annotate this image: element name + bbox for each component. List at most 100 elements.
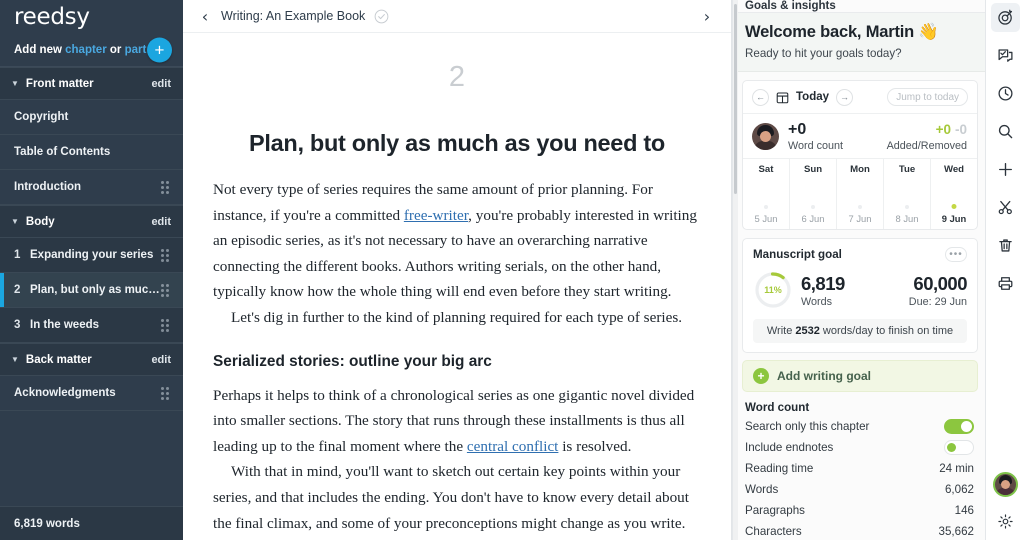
free-writer-link[interactable]: free-writer (404, 207, 468, 224)
group-label: Back matter (25, 353, 92, 366)
add-new-prefix: Add new (14, 44, 62, 56)
target-words-block: 60,000 Due: 29 Jun (909, 272, 968, 308)
day-column-mon[interactable]: Mon 7 Jun (837, 159, 884, 229)
include-endnotes-toggle[interactable] (944, 440, 974, 455)
ellipsis-icon[interactable]: ••• (945, 247, 967, 262)
stat-label: Characters (745, 525, 802, 538)
comment-review-icon[interactable] (991, 41, 1020, 70)
group-front-matter[interactable]: ▼ Front matter edit (0, 67, 183, 100)
stat-value: 6,062 (944, 483, 974, 496)
group-back-matter[interactable]: ▼ Back matter edit (0, 343, 183, 376)
day-dot-icon (951, 204, 957, 209)
add-writing-goal-label: Add writing goal (777, 369, 871, 383)
word-count-label: Word count (788, 140, 844, 152)
sidebar-item-acknowledgments[interactable]: Acknowledgments (0, 376, 183, 411)
group-body[interactable]: ▼ Body edit (0, 205, 183, 238)
chapter-number: 3 (14, 319, 21, 331)
trash-icon[interactable] (991, 231, 1020, 260)
search-icon[interactable] (991, 117, 1020, 146)
sidebar-item-chapter-3[interactable]: 3 In the weeds (0, 308, 183, 343)
target-words-value: 60,000 (913, 272, 967, 294)
drag-handle-icon[interactable] (161, 386, 171, 400)
day-sparkline (931, 175, 977, 213)
chevron-right-icon[interactable]: › (697, 7, 717, 26)
user-avatar[interactable] (992, 472, 1018, 497)
search-only-chapter-toggle[interactable] (944, 419, 974, 434)
clock-history-icon[interactable] (991, 79, 1020, 108)
brand-logo[interactable]: reedsy (0, 0, 183, 34)
drag-handle-icon[interactable] (161, 180, 171, 194)
word-count-value: +0 (788, 121, 807, 138)
day-navigation: ← Today → Jump to today (743, 81, 977, 114)
day-column-wed-today[interactable]: Wed 9 Jun (931, 159, 977, 229)
item-label: Copyright (14, 111, 69, 123)
sidebar-item-chapter-1[interactable]: 1 Expanding your series (0, 238, 183, 273)
editor-topbar: ‹ Writing: An Example Book › (183, 0, 731, 33)
day-date: 9 Jun (941, 213, 967, 224)
day-column-sun[interactable]: Sun 6 Jun (790, 159, 837, 229)
panel-scrollbar[interactable] (733, 0, 738, 540)
gear-icon[interactable] (991, 507, 1020, 536)
jump-to-today-button[interactable]: Jump to today (887, 88, 968, 106)
day-column-sat[interactable]: Sat 5 Jun (743, 159, 790, 229)
app-root: reedsy Add new chapter or part + ▼ Front… (0, 0, 1024, 540)
scissors-icon[interactable] (991, 193, 1020, 222)
add-new-or: or (109, 44, 122, 56)
progress-percent: 11% (764, 285, 782, 295)
add-new-chapter-link[interactable]: chapter (65, 44, 107, 56)
drag-handle-icon[interactable] (161, 283, 171, 297)
stat-label: Paragraphs (745, 504, 805, 517)
right-icon-rail (985, 0, 1024, 540)
target-icon[interactable] (990, 3, 1020, 32)
note-suffix: words/day to finish on time (822, 325, 954, 337)
document-page[interactable]: 2 Plan, but only as much as you need to … (183, 33, 731, 540)
group-edit-button[interactable]: edit (151, 78, 171, 90)
welcome-subtitle: Ready to hit your goals today? (745, 47, 902, 60)
day-of-week: Sat (758, 164, 774, 175)
sidebar-item-copyright[interactable]: Copyright (0, 100, 183, 135)
arrow-right-icon[interactable]: → (836, 88, 854, 106)
group-edit-button[interactable]: edit (151, 354, 171, 366)
word-count-section: Word count Search only this chapter Incl… (733, 392, 985, 540)
toggle-label: Search only this chapter (745, 420, 870, 433)
left-sidebar: reedsy Add new chapter or part + ▼ Front… (0, 0, 183, 540)
chevron-left-icon[interactable]: ‹ (195, 7, 215, 26)
day-of-week: Sun (803, 164, 823, 175)
current-words-label: Words (801, 295, 832, 308)
stat-value: 24 min (939, 462, 974, 475)
sidebar-item-chapter-2[interactable]: 2 Plan, but only as much ... (0, 273, 183, 308)
plus-icon[interactable] (991, 155, 1020, 184)
day-dot-icon (811, 205, 815, 209)
subheading: Serialized stories: outline your big arc (213, 352, 492, 370)
page-title: Writing: An Example Book (221, 9, 366, 23)
add-new-part-link[interactable]: part (125, 44, 147, 56)
day-dot-icon (858, 205, 862, 209)
drag-handle-icon[interactable] (161, 318, 171, 332)
add-writing-goal-button[interactable]: + Add writing goal (742, 360, 978, 392)
week-strip: Sat 5 Jun Sun 6 Jun Mon 7 Jun Tue 8 Jun … (743, 158, 977, 229)
calendar-icon (776, 92, 789, 103)
sidebar-item-introduction[interactable]: Introduction (0, 170, 183, 205)
day-column-tue[interactable]: Tue 8 Jun (884, 159, 931, 229)
drag-handle-icon[interactable] (161, 248, 171, 262)
add-new-plus-icon[interactable]: + (147, 37, 172, 63)
group-edit-button[interactable]: edit (151, 216, 171, 228)
today-word-count-row: +0 Word count +0 -0 Added/Removed (743, 114, 977, 158)
group-label: Body (25, 215, 55, 228)
toggle-label: Include endnotes (745, 441, 834, 454)
printer-icon[interactable] (991, 269, 1020, 298)
day-sparkline (884, 175, 930, 213)
sidebar-item-table-of-contents[interactable]: Table of Contents (0, 135, 183, 170)
arrow-left-icon[interactable]: ← (752, 88, 769, 106)
welcome-title: Welcome back, Martin 👋 (745, 23, 939, 41)
sidebar-spacer (0, 411, 183, 506)
stat-label: Words (745, 483, 779, 496)
stat-row-characters: Characters 35,662 (745, 521, 974, 540)
chevron-down-icon: ▼ (11, 79, 19, 88)
check-circle-icon (374, 9, 389, 23)
central-conflict-link[interactable]: central conflict (467, 438, 559, 455)
manuscript-goal-card: Manuscript goal ••• 11% 6,819 Words 60,0… (742, 238, 978, 353)
word-count-today: +0 Word count (788, 121, 843, 152)
item-label: Expanding your series (30, 249, 154, 261)
chapter-heading: Plan, but only as much as you need to (249, 130, 665, 156)
